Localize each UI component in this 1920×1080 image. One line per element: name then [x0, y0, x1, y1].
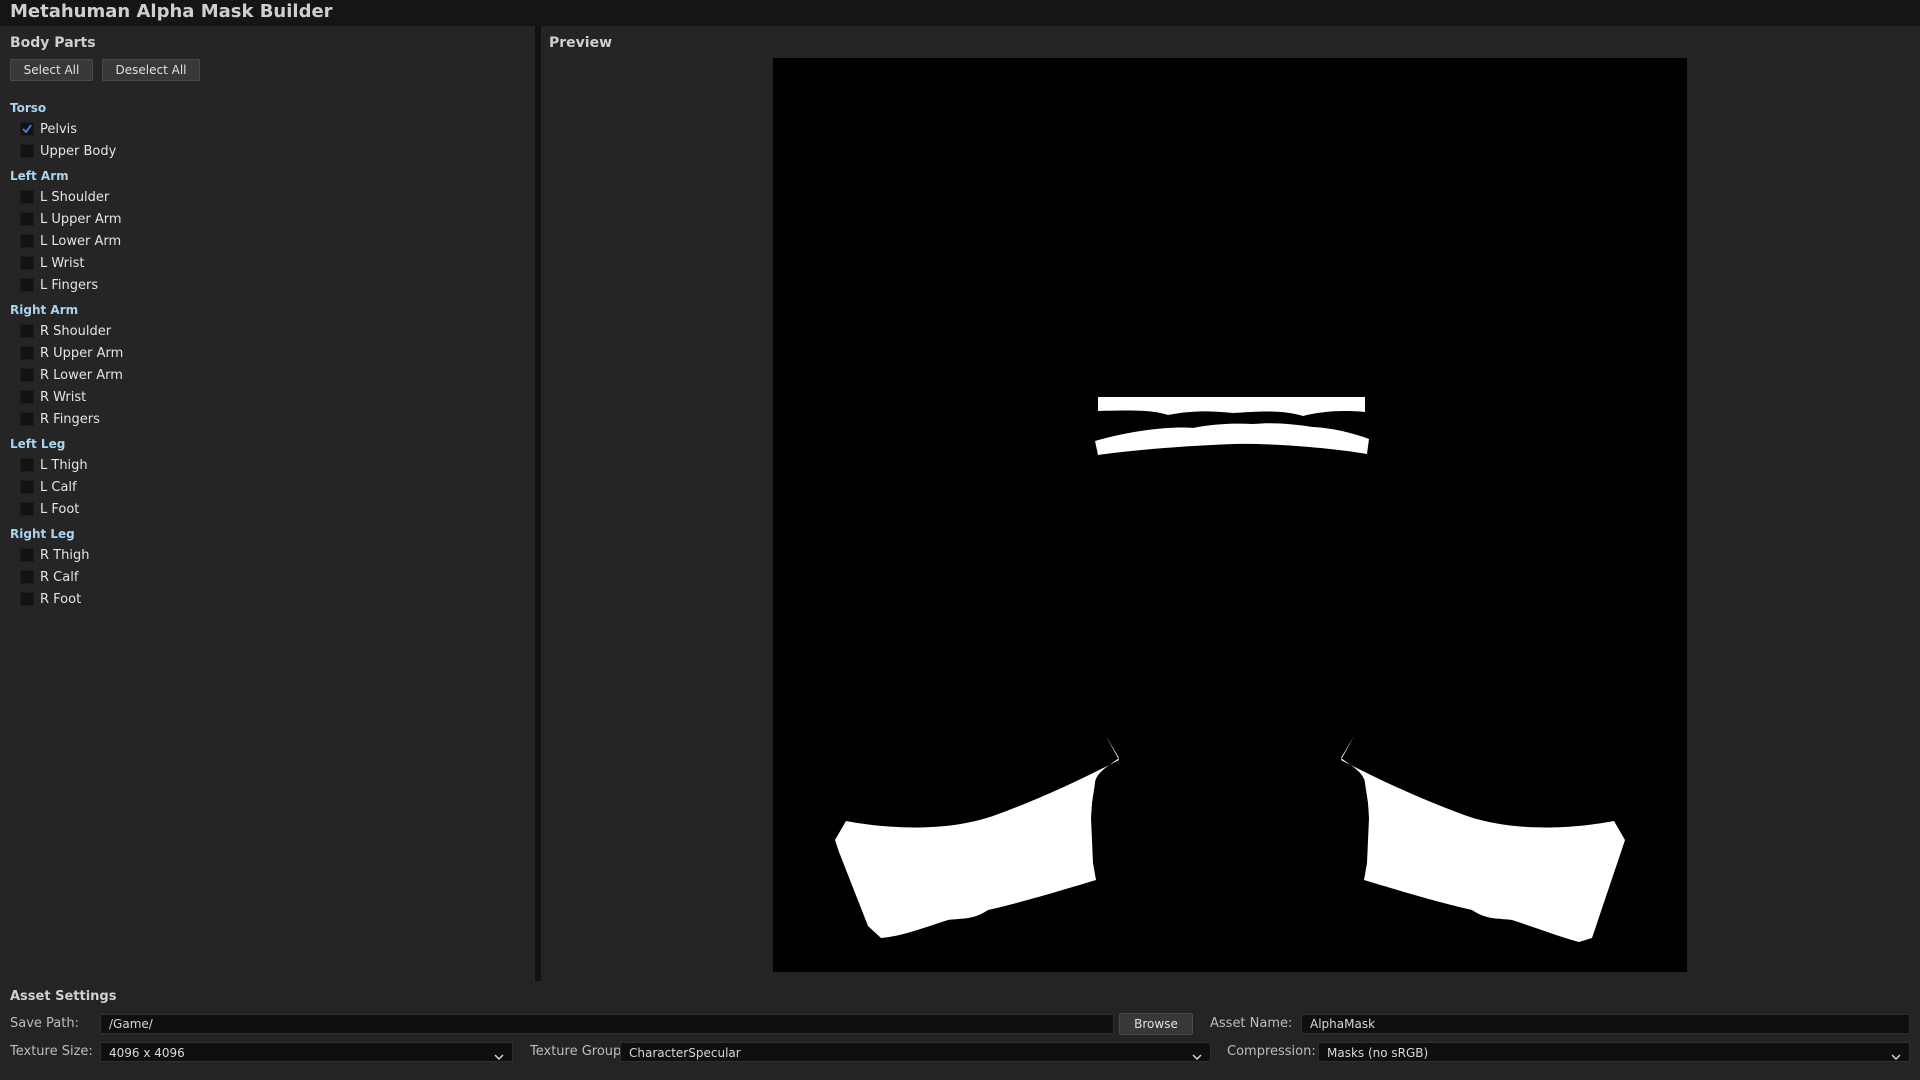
- checkbox[interactable]: [20, 256, 34, 270]
- checkbox[interactable]: [20, 212, 34, 226]
- checkbox-row-r-lower-arm[interactable]: R Lower Arm: [20, 365, 123, 385]
- checkbox-label: L Wrist: [40, 255, 85, 271]
- texture-group-value: CharacterSpecular: [629, 1046, 741, 1060]
- checkbox-row-r-shoulder[interactable]: R Shoulder: [20, 321, 111, 341]
- asset-settings-title: Asset Settings: [10, 989, 117, 1004]
- checkbox-label: R Upper Arm: [40, 345, 124, 361]
- asset-name-label: Asset Name:: [1210, 1016, 1293, 1031]
- checkbox-row-l-fingers[interactable]: L Fingers: [20, 275, 98, 295]
- checkbox[interactable]: [20, 368, 34, 382]
- checkbox[interactable]: [20, 278, 34, 292]
- save-path-input[interactable]: /Game/: [100, 1014, 1114, 1034]
- checkbox[interactable]: [20, 234, 34, 248]
- texture-group-select[interactable]: CharacterSpecular: [620, 1042, 1211, 1062]
- checkbox-label: L Fingers: [40, 277, 99, 293]
- checkbox[interactable]: [20, 190, 34, 204]
- window-title: Metahuman Alpha Mask Builder: [10, 1, 333, 22]
- texture-size-value: 4096 x 4096: [109, 1046, 185, 1060]
- checkbox-label: R Foot: [40, 591, 82, 607]
- title-bar: Metahuman Alpha Mask Builder: [0, 0, 1920, 26]
- checkbox-row-l-wrist[interactable]: L Wrist: [20, 253, 84, 273]
- checkbox-row-r-foot[interactable]: R Foot: [20, 589, 81, 609]
- checkbox[interactable]: [20, 324, 34, 338]
- checkbox-label: L Shoulder: [40, 189, 110, 205]
- body-parts-title: Body Parts: [10, 35, 96, 51]
- checkbox-label: L Calf: [40, 479, 77, 495]
- asset-name-input[interactable]: AlphaMask: [1301, 1014, 1910, 1034]
- asset-settings-panel: Asset Settings Save Path: /Game/ Browse …: [0, 981, 1920, 1080]
- texture-group-label: Texture Group:: [530, 1044, 626, 1059]
- group-label-right-arm: Right Arm: [10, 303, 79, 317]
- checkbox[interactable]: [20, 548, 34, 562]
- compression-label: Compression:: [1227, 1044, 1316, 1059]
- checkbox[interactable]: [20, 570, 34, 584]
- checkbox-label: R Thigh: [40, 547, 90, 563]
- checkbox-label: L Foot: [40, 501, 80, 517]
- checkbox-label: L Lower Arm: [40, 233, 122, 249]
- checkbox-label: R Fingers: [40, 411, 100, 427]
- mask-preview-image: [773, 58, 1687, 972]
- checkbox-label: R Lower Arm: [40, 367, 123, 383]
- group-label-right-leg: Right Leg: [10, 527, 75, 541]
- texture-size-label: Texture Size:: [10, 1044, 93, 1059]
- group-label-left-arm: Left Arm: [10, 169, 69, 183]
- checkbox-row-l-thigh[interactable]: L Thigh: [20, 455, 88, 475]
- checkbox[interactable]: [20, 122, 34, 136]
- checkbox[interactable]: [20, 390, 34, 404]
- select-all-button[interactable]: Select All: [10, 59, 93, 81]
- deselect-all-button[interactable]: Deselect All: [102, 59, 200, 81]
- checkmark-icon: [22, 124, 32, 134]
- checkbox-row-pelvis[interactable]: Pelvis: [20, 119, 77, 139]
- checkbox-row-r-calf[interactable]: R Calf: [20, 567, 78, 587]
- checkbox-row-r-wrist[interactable]: R Wrist: [20, 387, 86, 407]
- checkbox[interactable]: [20, 458, 34, 472]
- checkbox-row-l-lower-arm[interactable]: L Lower Arm: [20, 231, 121, 251]
- compression-select[interactable]: Masks (no sRGB): [1318, 1042, 1910, 1062]
- checkbox-label: R Shoulder: [40, 323, 112, 339]
- checkbox-row-r-fingers[interactable]: R Fingers: [20, 409, 100, 429]
- checkbox-row-l-calf[interactable]: L Calf: [20, 477, 77, 497]
- checkbox-label: R Wrist: [40, 389, 87, 405]
- checkbox-row-l-foot[interactable]: L Foot: [20, 499, 79, 519]
- checkbox-row-l-shoulder[interactable]: L Shoulder: [20, 187, 109, 207]
- checkbox-label: L Upper Arm: [40, 211, 122, 227]
- checkbox-row-upper-body[interactable]: Upper Body: [20, 141, 116, 161]
- checkbox[interactable]: [20, 144, 34, 158]
- group-label-left-leg: Left Leg: [10, 437, 66, 451]
- checkbox-row-l-upper-arm[interactable]: L Upper Arm: [20, 209, 122, 229]
- checkbox-label: Pelvis: [40, 121, 78, 137]
- browse-button[interactable]: Browse: [1119, 1013, 1193, 1035]
- checkbox[interactable]: [20, 502, 34, 516]
- checkbox[interactable]: [20, 480, 34, 494]
- save-path-label: Save Path:: [10, 1016, 79, 1031]
- chevron-down-icon: [494, 1048, 504, 1066]
- body-parts-panel: Body Parts Select All Deselect All Torso…: [0, 26, 535, 981]
- checkbox-label: Upper Body: [40, 143, 117, 159]
- preview-title: Preview: [549, 35, 613, 51]
- compression-value: Masks (no sRGB): [1327, 1046, 1429, 1060]
- chevron-down-icon: [1891, 1048, 1901, 1066]
- chevron-down-icon: [1192, 1048, 1202, 1066]
- checkbox-label: L Thigh: [40, 457, 88, 473]
- checkbox-row-r-upper-arm[interactable]: R Upper Arm: [20, 343, 123, 363]
- checkbox[interactable]: [20, 346, 34, 360]
- texture-size-select[interactable]: 4096 x 4096: [100, 1042, 513, 1062]
- checkbox[interactable]: [20, 412, 34, 426]
- checkbox-label: R Calf: [40, 569, 79, 585]
- group-label-torso: Torso: [10, 101, 47, 115]
- checkbox[interactable]: [20, 592, 34, 606]
- checkbox-row-r-thigh[interactable]: R Thigh: [20, 545, 89, 565]
